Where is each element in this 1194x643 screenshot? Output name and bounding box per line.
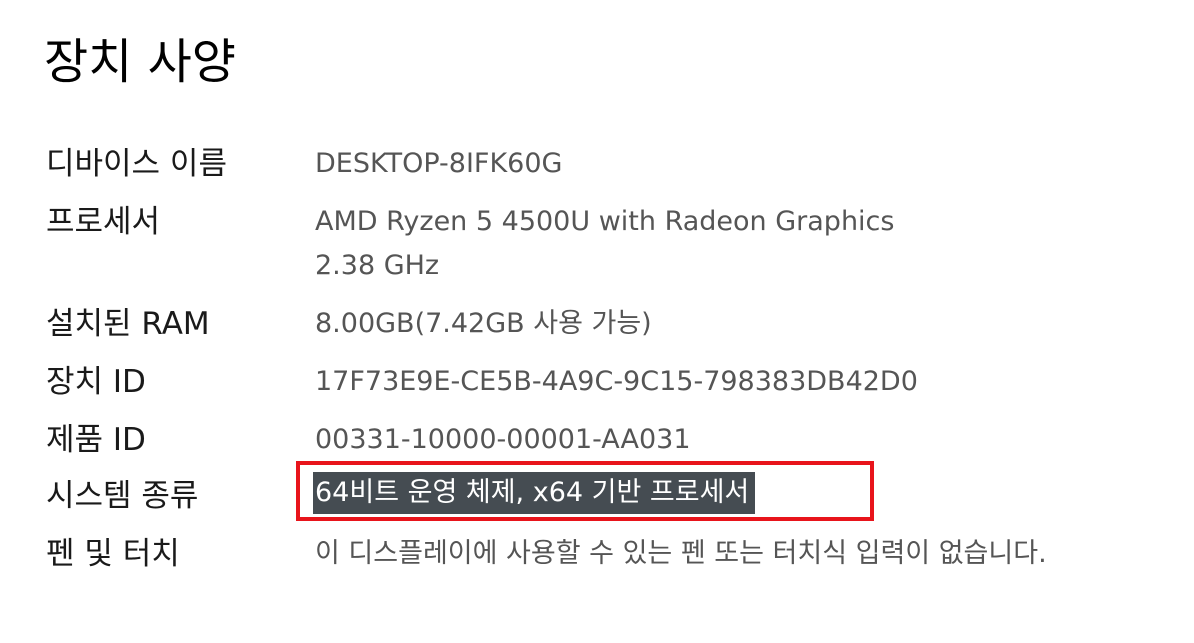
processor-label: 프로세서	[46, 204, 161, 240]
device-id-label: 장치 ID	[46, 364, 146, 400]
ram-label: 설치된 RAM	[46, 306, 210, 342]
device-name-value[interactable]: DESKTOP-8IFK60G	[315, 142, 562, 186]
page-title: 장치 사양	[44, 34, 236, 90]
pen-touch-label: 펜 및 터치	[46, 536, 180, 572]
ram-value[interactable]: 8.00GB(7.42GB 사용 가능)	[315, 302, 652, 346]
product-id-label: 제품 ID	[46, 422, 146, 458]
processor-value-line1[interactable]: AMD Ryzen 5 4500U with Radeon Graphics	[315, 200, 894, 244]
device-name-label: 디바이스 이름	[46, 146, 227, 182]
system-type-value[interactable]: 64비트 운영 체제, x64 기반 프로세서	[313, 472, 756, 514]
device-id-value[interactable]: 17F73E9E-CE5B-4A9C-9C15-798383DB42D0	[315, 360, 918, 404]
system-type-label: 시스템 종류	[46, 478, 199, 514]
product-id-value[interactable]: 00331-10000-00001-AA031	[315, 418, 691, 462]
pen-touch-value[interactable]: 이 디스플레이에 사용할 수 있는 펜 또는 터치식 입력이 없습니다.	[315, 532, 1095, 576]
processor-value-line2[interactable]: 2.38 GHz	[315, 244, 439, 288]
